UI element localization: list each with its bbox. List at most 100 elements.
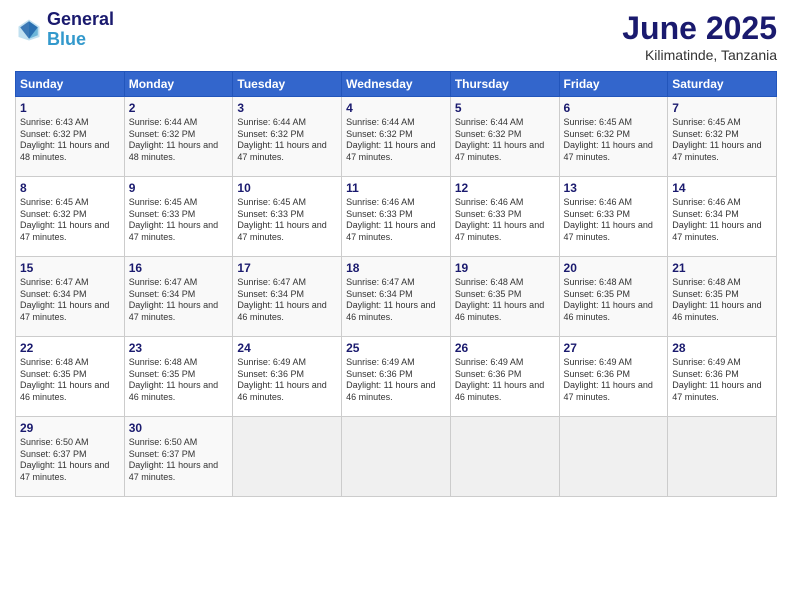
daylight: Daylight: 11 hours and 47 minutes. — [129, 220, 218, 242]
title-block: June 2025 Kilimatinde, Tanzania — [622, 10, 777, 63]
daylight: Daylight: 11 hours and 46 minutes. — [237, 300, 326, 322]
daylight: Daylight: 11 hours and 46 minutes. — [20, 380, 109, 402]
day-info: Sunrise: 6:46 AM Sunset: 6:33 PM Dayligh… — [346, 197, 446, 244]
calendar-cell: 27 Sunrise: 6:49 AM Sunset: 6:36 PM Dayl… — [559, 337, 668, 417]
sunrise: Sunrise: 6:49 AM — [237, 357, 306, 367]
sunset: Sunset: 6:32 PM — [129, 129, 196, 139]
daylight: Daylight: 11 hours and 47 minutes. — [237, 140, 326, 162]
daylight: Daylight: 11 hours and 47 minutes. — [237, 220, 326, 242]
calendar-cell: 25 Sunrise: 6:49 AM Sunset: 6:36 PM Dayl… — [342, 337, 451, 417]
daylight: Daylight: 11 hours and 47 minutes. — [20, 220, 109, 242]
daylight: Daylight: 11 hours and 47 minutes. — [564, 380, 653, 402]
day-info: Sunrise: 6:46 AM Sunset: 6:33 PM Dayligh… — [564, 197, 664, 244]
day-info: Sunrise: 6:46 AM Sunset: 6:34 PM Dayligh… — [672, 197, 772, 244]
day-info: Sunrise: 6:44 AM Sunset: 6:32 PM Dayligh… — [346, 117, 446, 164]
day-number: 20 — [564, 261, 664, 275]
calendar-cell: 17 Sunrise: 6:47 AM Sunset: 6:34 PM Dayl… — [233, 257, 342, 337]
sunset: Sunset: 6:35 PM — [672, 289, 739, 299]
sunset: Sunset: 6:35 PM — [20, 369, 87, 379]
daylight: Daylight: 11 hours and 47 minutes. — [129, 300, 218, 322]
calendar-cell: 12 Sunrise: 6:46 AM Sunset: 6:33 PM Dayl… — [450, 177, 559, 257]
day-number: 25 — [346, 341, 446, 355]
sunset: Sunset: 6:32 PM — [455, 129, 522, 139]
daylight: Daylight: 11 hours and 47 minutes. — [129, 460, 218, 482]
sunrise: Sunrise: 6:46 AM — [346, 197, 415, 207]
day-info: Sunrise: 6:45 AM Sunset: 6:33 PM Dayligh… — [129, 197, 229, 244]
day-info: Sunrise: 6:50 AM Sunset: 6:37 PM Dayligh… — [129, 437, 229, 484]
sunrise: Sunrise: 6:47 AM — [346, 277, 415, 287]
sunset: Sunset: 6:35 PM — [564, 289, 631, 299]
sunrise: Sunrise: 6:48 AM — [20, 357, 89, 367]
sunrise: Sunrise: 6:44 AM — [455, 117, 524, 127]
sunrise: Sunrise: 6:48 AM — [672, 277, 741, 287]
sunrise: Sunrise: 6:45 AM — [20, 197, 89, 207]
sunset: Sunset: 6:32 PM — [672, 129, 739, 139]
sunset: Sunset: 6:36 PM — [672, 369, 739, 379]
daylight: Daylight: 11 hours and 47 minutes. — [20, 460, 109, 482]
day-number: 8 — [20, 181, 120, 195]
daylight: Daylight: 11 hours and 47 minutes. — [455, 220, 544, 242]
day-header: Friday — [559, 72, 668, 97]
daylight: Daylight: 11 hours and 47 minutes. — [672, 140, 761, 162]
calendar-cell: 6 Sunrise: 6:45 AM Sunset: 6:32 PM Dayli… — [559, 97, 668, 177]
day-header: Wednesday — [342, 72, 451, 97]
sunset: Sunset: 6:33 PM — [346, 209, 413, 219]
day-number: 7 — [672, 101, 772, 115]
calendar-cell — [233, 417, 342, 497]
calendar-cell: 2 Sunrise: 6:44 AM Sunset: 6:32 PM Dayli… — [124, 97, 233, 177]
calendar-cell — [450, 417, 559, 497]
sunset: Sunset: 6:36 PM — [346, 369, 413, 379]
sunset: Sunset: 6:37 PM — [129, 449, 196, 459]
day-header: Saturday — [668, 72, 777, 97]
day-header: Thursday — [450, 72, 559, 97]
logo-line2: Blue — [47, 29, 86, 49]
day-number: 16 — [129, 261, 229, 275]
daylight: Daylight: 11 hours and 47 minutes. — [346, 220, 435, 242]
daylight: Daylight: 11 hours and 46 minutes. — [346, 300, 435, 322]
day-info: Sunrise: 6:49 AM Sunset: 6:36 PM Dayligh… — [455, 357, 555, 404]
calendar-cell — [342, 417, 451, 497]
day-info: Sunrise: 6:47 AM Sunset: 6:34 PM Dayligh… — [129, 277, 229, 324]
calendar-cell: 19 Sunrise: 6:48 AM Sunset: 6:35 PM Dayl… — [450, 257, 559, 337]
day-number: 18 — [346, 261, 446, 275]
daylight: Daylight: 11 hours and 48 minutes. — [129, 140, 218, 162]
calendar-cell: 28 Sunrise: 6:49 AM Sunset: 6:36 PM Dayl… — [668, 337, 777, 417]
day-info: Sunrise: 6:48 AM Sunset: 6:35 PM Dayligh… — [129, 357, 229, 404]
calendar-cell: 30 Sunrise: 6:50 AM Sunset: 6:37 PM Dayl… — [124, 417, 233, 497]
calendar-cell: 16 Sunrise: 6:47 AM Sunset: 6:34 PM Dayl… — [124, 257, 233, 337]
day-info: Sunrise: 6:47 AM Sunset: 6:34 PM Dayligh… — [20, 277, 120, 324]
daylight: Daylight: 11 hours and 46 minutes. — [672, 300, 761, 322]
sunrise: Sunrise: 6:50 AM — [129, 437, 198, 447]
day-info: Sunrise: 6:50 AM Sunset: 6:37 PM Dayligh… — [20, 437, 120, 484]
calendar-cell: 10 Sunrise: 6:45 AM Sunset: 6:33 PM Dayl… — [233, 177, 342, 257]
day-info: Sunrise: 6:49 AM Sunset: 6:36 PM Dayligh… — [237, 357, 337, 404]
sunrise: Sunrise: 6:44 AM — [129, 117, 198, 127]
sunrise: Sunrise: 6:43 AM — [20, 117, 89, 127]
logo-icon — [15, 16, 43, 44]
day-info: Sunrise: 6:44 AM Sunset: 6:32 PM Dayligh… — [129, 117, 229, 164]
daylight: Daylight: 11 hours and 47 minutes. — [455, 140, 544, 162]
daylight: Daylight: 11 hours and 47 minutes. — [672, 380, 761, 402]
sunrise: Sunrise: 6:49 AM — [346, 357, 415, 367]
daylight: Daylight: 11 hours and 46 minutes. — [129, 380, 218, 402]
sunset: Sunset: 6:34 PM — [20, 289, 87, 299]
sunset: Sunset: 6:32 PM — [564, 129, 631, 139]
day-number: 2 — [129, 101, 229, 115]
logo-text: General Blue — [47, 10, 114, 50]
calendar-cell: 23 Sunrise: 6:48 AM Sunset: 6:35 PM Dayl… — [124, 337, 233, 417]
day-number: 13 — [564, 181, 664, 195]
day-header: Sunday — [16, 72, 125, 97]
day-number: 30 — [129, 421, 229, 435]
calendar-cell: 22 Sunrise: 6:48 AM Sunset: 6:35 PM Dayl… — [16, 337, 125, 417]
month-title: June 2025 — [622, 10, 777, 47]
header: General Blue June 2025 Kilimatinde, Tanz… — [15, 10, 777, 63]
sunrise: Sunrise: 6:46 AM — [455, 197, 524, 207]
day-number: 5 — [455, 101, 555, 115]
sunset: Sunset: 6:32 PM — [20, 129, 87, 139]
sunset: Sunset: 6:36 PM — [237, 369, 304, 379]
sunset: Sunset: 6:32 PM — [346, 129, 413, 139]
day-info: Sunrise: 6:44 AM Sunset: 6:32 PM Dayligh… — [455, 117, 555, 164]
day-header: Monday — [124, 72, 233, 97]
day-number: 15 — [20, 261, 120, 275]
sunrise: Sunrise: 6:49 AM — [672, 357, 741, 367]
